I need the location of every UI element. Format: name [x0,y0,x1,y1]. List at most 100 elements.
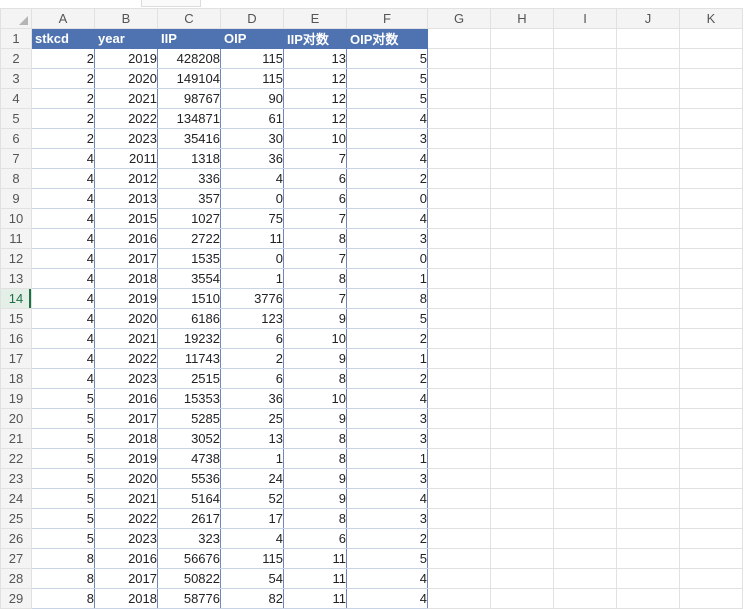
cell-b2[interactable]: 2019 [94,48,158,69]
cell-e15[interactable]: 9 [283,308,347,329]
cell-d20[interactable]: 25 [220,408,284,429]
cell-c19[interactable]: 15353 [157,388,221,409]
empty-cell[interactable] [553,248,617,269]
cell-a7[interactable]: 4 [31,148,95,169]
cell-c10[interactable]: 1027 [157,208,221,229]
header-cell-a[interactable]: stkcd [31,28,95,49]
cell-c28[interactable]: 50822 [157,568,221,589]
empty-cell[interactable] [427,108,491,129]
header-cell-d[interactable]: OIP [220,28,284,49]
cell-b10[interactable]: 2015 [94,208,158,229]
cell-f21[interactable]: 3 [346,428,428,449]
empty-cell[interactable] [490,568,554,589]
empty-cell[interactable] [616,428,680,449]
empty-cell[interactable] [553,388,617,409]
empty-cell[interactable] [679,508,743,529]
empty-cell[interactable] [553,368,617,389]
empty-cell[interactable] [679,188,743,209]
row-header-11[interactable]: 11 [0,228,32,249]
empty-cell[interactable] [679,48,743,69]
cell-a8[interactable]: 4 [31,168,95,189]
cell-a22[interactable]: 5 [31,448,95,469]
empty-cell[interactable] [679,328,743,349]
empty-cell[interactable] [616,128,680,149]
cell-e18[interactable]: 8 [283,368,347,389]
empty-cell[interactable] [679,448,743,469]
empty-cell[interactable] [616,28,680,49]
empty-cell[interactable] [553,468,617,489]
empty-cell[interactable] [490,288,554,309]
cell-e17[interactable]: 9 [283,348,347,369]
cell-b21[interactable]: 2018 [94,428,158,449]
empty-cell[interactable] [616,88,680,109]
row-header-5[interactable]: 5 [0,108,32,129]
cell-c5[interactable]: 134871 [157,108,221,129]
cell-e19[interactable]: 10 [283,388,347,409]
empty-cell[interactable] [490,268,554,289]
empty-cell[interactable] [553,168,617,189]
cell-b13[interactable]: 2018 [94,268,158,289]
empty-cell[interactable] [427,568,491,589]
empty-cell[interactable] [679,348,743,369]
empty-cell[interactable] [553,428,617,449]
row-header-15[interactable]: 15 [0,308,32,329]
cell-f2[interactable]: 5 [346,48,428,69]
cell-e8[interactable]: 6 [283,168,347,189]
header-cell-b[interactable]: year [94,28,158,49]
cell-b28[interactable]: 2017 [94,568,158,589]
empty-cell[interactable] [490,108,554,129]
row-header-8[interactable]: 8 [0,168,32,189]
empty-cell[interactable] [616,448,680,469]
row-header-23[interactable]: 23 [0,468,32,489]
empty-cell[interactable] [427,88,491,109]
row-header-10[interactable]: 10 [0,208,32,229]
cell-f23[interactable]: 3 [346,468,428,489]
column-header-i[interactable]: I [553,8,617,29]
cell-d10[interactable]: 75 [220,208,284,229]
empty-cell[interactable] [490,548,554,569]
cell-e11[interactable]: 8 [283,228,347,249]
column-header-j[interactable]: J [616,8,680,29]
empty-cell[interactable] [553,228,617,249]
cell-b16[interactable]: 2021 [94,328,158,349]
cell-a10[interactable]: 4 [31,208,95,229]
cell-e4[interactable]: 12 [283,88,347,109]
empty-cell[interactable] [679,28,743,49]
row-header-25[interactable]: 25 [0,508,32,529]
empty-cell[interactable] [427,288,491,309]
empty-cell[interactable] [616,68,680,89]
cell-e24[interactable]: 9 [283,488,347,509]
empty-cell[interactable] [427,408,491,429]
cell-a25[interactable]: 5 [31,508,95,529]
cell-b11[interactable]: 2016 [94,228,158,249]
cell-f8[interactable]: 2 [346,168,428,189]
cell-e23[interactable]: 9 [283,468,347,489]
empty-cell[interactable] [553,508,617,529]
empty-cell[interactable] [679,428,743,449]
empty-cell[interactable] [553,308,617,329]
empty-cell[interactable] [616,328,680,349]
empty-cell[interactable] [616,528,680,549]
cell-c12[interactable]: 1535 [157,248,221,269]
column-header-b[interactable]: B [94,8,158,29]
empty-cell[interactable] [616,588,680,609]
empty-cell[interactable] [679,408,743,429]
empty-cell[interactable] [490,328,554,349]
cell-f12[interactable]: 0 [346,248,428,269]
empty-cell[interactable] [679,388,743,409]
row-header-22[interactable]: 22 [0,448,32,469]
cell-e28[interactable]: 11 [283,568,347,589]
empty-cell[interactable] [553,328,617,349]
tab-stub[interactable] [141,0,201,7]
empty-cell[interactable] [679,108,743,129]
cell-e2[interactable]: 13 [283,48,347,69]
cell-b19[interactable]: 2016 [94,388,158,409]
cell-e7[interactable]: 7 [283,148,347,169]
empty-cell[interactable] [490,168,554,189]
cell-d26[interactable]: 4 [220,528,284,549]
cell-d7[interactable]: 36 [220,148,284,169]
empty-cell[interactable] [490,188,554,209]
cell-d3[interactable]: 115 [220,68,284,89]
empty-cell[interactable] [490,128,554,149]
cell-f20[interactable]: 3 [346,408,428,429]
